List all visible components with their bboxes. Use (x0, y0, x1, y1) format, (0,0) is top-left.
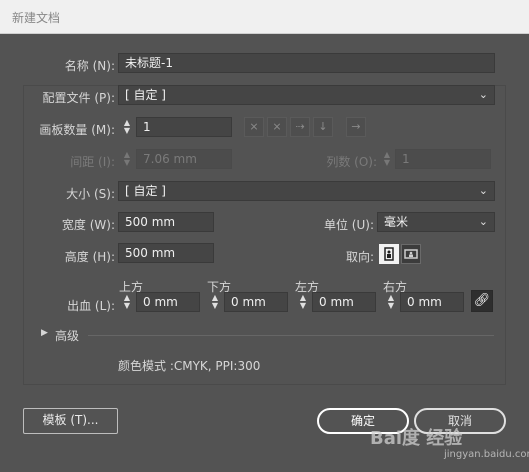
height-input[interactable]: 500 mm (118, 243, 214, 263)
chevron-down-icon: ⌄ (478, 215, 488, 228)
size-value: [ 自定 ] (125, 184, 166, 198)
height-label: 高度 (H): (64, 250, 115, 264)
grid-by-row-icon[interactable]: ⨯ (244, 117, 264, 137)
bleed-left-input[interactable]: 0 mm (312, 292, 376, 312)
portrait-icon[interactable] (379, 244, 399, 264)
dialog-title: 新建文档 (12, 11, 61, 25)
bleed-label: 出血 (L): (67, 299, 115, 313)
width-label: 宽度 (W): (61, 218, 115, 232)
columns-input: 1 (395, 149, 491, 169)
link-icon[interactable]: 🔗︎ (471, 290, 493, 312)
bleed-top-stepper-icon[interactable]: ▲ ▼ (120, 292, 134, 312)
artboards-label: 画板数量 (M): (39, 123, 115, 137)
color-mode-text: 颜色模式 :CMYK, PPI:300 (118, 359, 261, 373)
spacing-input: 7.06 mm (136, 149, 232, 169)
advanced-divider (88, 335, 494, 336)
size-label: 大小 (S): (66, 187, 115, 201)
grid-by-column-icon[interactable]: ⨯ (267, 117, 287, 137)
units-label: 单位 (U): (323, 218, 374, 232)
chevron-down-icon: ⌄ (478, 88, 488, 101)
artboards-input[interactable]: 1 (136, 117, 232, 137)
watermark-brand: Bai度 经验 (370, 428, 463, 449)
profile-select[interactable]: [ 自定 ] ⌄ (118, 85, 495, 105)
name-input[interactable]: 未标题-1 (118, 53, 495, 73)
chevron-down-icon: ⌄ (478, 184, 488, 197)
templates-button[interactable]: 模板 (T)... (23, 408, 118, 434)
spacing-label: 间距 (I): (70, 155, 115, 169)
bleed-right-stepper-icon[interactable]: ▲ ▼ (384, 292, 398, 312)
bleed-left-stepper-icon[interactable]: ▲ ▼ (296, 292, 310, 312)
advanced-label[interactable]: 高级 (55, 327, 79, 344)
bleed-bottom-input[interactable]: 0 mm (224, 292, 288, 312)
columns-stepper-icon: ▲ ▼ (383, 150, 391, 167)
orientation-label: 取向: (345, 250, 374, 264)
profile-value: [ 自定 ] (125, 88, 166, 102)
width-input[interactable]: 500 mm (118, 212, 214, 232)
bleed-top-input[interactable]: 0 mm (136, 292, 200, 312)
bleed-right-input[interactable]: 0 mm (400, 292, 464, 312)
spacing-stepper-icon: ▲ ▼ (123, 150, 131, 167)
arrange-by-column-icon[interactable]: ↓ (313, 117, 333, 137)
watermark-url: jingyan.baidu.com (444, 449, 529, 460)
disclosure-triangle-icon[interactable]: ▶ (41, 328, 48, 338)
bleed-bottom-stepper-icon[interactable]: ▲ ▼ (208, 292, 222, 312)
arrange-by-row-icon[interactable]: ⇢ (290, 117, 310, 137)
units-select[interactable]: 毫米 ⌄ (377, 212, 495, 232)
units-value: 毫米 (384, 215, 409, 229)
landscape-icon[interactable] (401, 244, 421, 264)
right-to-left-icon[interactable]: → (346, 117, 366, 137)
dialog-titlebar: 新建文档 (0, 0, 529, 34)
columns-label: 列数 (O): (326, 155, 377, 169)
artboards-stepper-icon[interactable]: ▲ ▼ (120, 117, 134, 137)
name-label: 名称 (N): (64, 59, 115, 73)
profile-label: 配置文件 (P): (42, 91, 115, 105)
size-select[interactable]: [ 自定 ] ⌄ (118, 181, 495, 201)
